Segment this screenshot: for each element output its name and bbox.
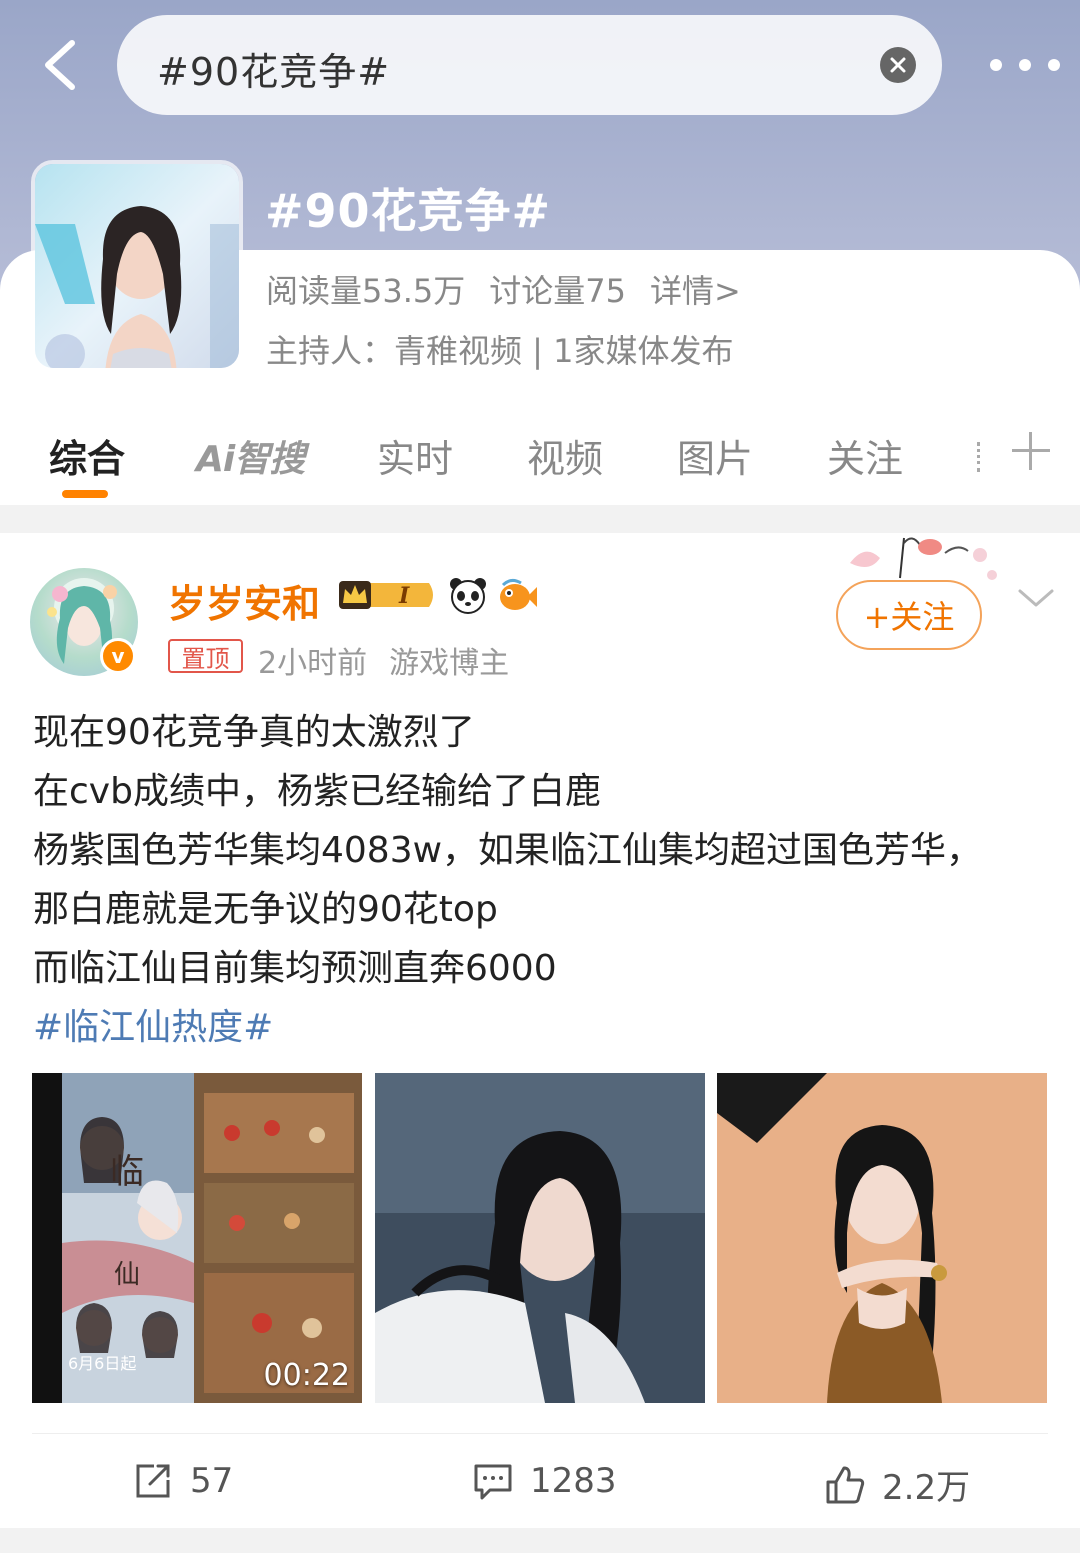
level-badge-text: I [398,583,410,609]
add-tab-icon[interactable] [1012,432,1050,470]
discussion-count: 讨论量75 [489,272,626,310]
image-thumbnail[interactable] [717,1073,1047,1403]
topic-cover-image[interactable] [31,160,243,372]
topic-title: #90花竞争# [265,184,552,238]
image-thumbnail[interactable] [375,1073,705,1403]
media-grid: 临 仙 6月6日起 00:22 [32,1073,1048,1403]
topic-host[interactable]: 主持人：青稚视频 | 1家媒体发布 [266,326,734,372]
back-arrow-icon [45,40,75,90]
like-count: 2.2万 [882,1468,971,1508]
author-role: 游戏博主 [389,646,510,681]
video-duration: 00:22 [263,1358,350,1393]
tab-ai-search[interactable]: Ai智搜 [196,430,305,482]
post-meta: 2小时前 游戏博主 [258,638,509,682]
video-date-label: 6月6日起 [68,1354,136,1373]
active-tab-indicator [62,490,108,498]
fish-icon [500,578,537,610]
video-thumbnail[interactable]: 临 仙 6月6日起 00:22 [32,1073,362,1403]
clear-search-button[interactable] [880,47,916,83]
tab-bar: 综合 Ai智搜 实时 视频 图片 关注 [0,420,1080,505]
thumbs-up-icon [826,1466,865,1503]
username[interactable]: 岁岁安和 [168,573,320,628]
post-line: 而临江仙目前集均预测直奔6000 [33,948,557,989]
close-icon [890,57,906,73]
post-time: 2小时前 [258,646,368,681]
tab-images[interactable]: 图片 [677,428,753,483]
tab-comprehensive[interactable]: 综合 [49,428,125,483]
svg-text:仙: 仙 [114,1260,140,1290]
post-line: 现在90花竞争真的太激烈了 [33,712,475,753]
hashtag-link[interactable]: #临江仙热度# [33,998,1053,1057]
verified-badge-icon: v [100,638,136,674]
follow-button[interactable]: +关注 [836,580,982,650]
dot-icon [1048,59,1060,71]
share-icon [136,1464,170,1498]
post-line: 杨紫国色芳华集均4083w，如果临江仙集均超过国色芳华， [33,830,983,871]
tab-video[interactable]: 视频 [527,428,603,483]
read-count: 阅读量53.5万 [266,272,466,310]
more-options-button[interactable] [990,50,1060,80]
post-line: 那白鹿就是无争议的90花top [33,889,498,930]
tab-following[interactable]: 关注 [827,428,903,483]
back-button[interactable] [30,30,90,100]
details-link[interactable]: 详情> [650,266,741,312]
comment-icon [474,1464,512,1500]
repost-count: 57 [190,1461,234,1501]
topic-stats: 阅读量53.5万 讨论量75 详情> [266,266,741,312]
dot-icon [1019,59,1031,71]
tab-realtime[interactable]: 实时 [377,428,453,483]
post-actions: 57 1283 2.2万 [32,1433,1048,1529]
repost-button[interactable]: 57 [132,1460,233,1502]
post-line: 在cvb成绩中，杨紫已经输给了白鹿 [33,771,601,812]
search-input[interactable]: #90花竞争# [117,15,942,115]
comment-button[interactable]: 1283 [472,1460,617,1502]
pinned-tag: 置顶 [168,639,243,673]
post-body: 现在90花竞争真的太激烈了 在cvb成绩中，杨紫已经输给了白鹿 杨紫国色芳华集均… [33,703,1053,1057]
post-card[interactable]: v 岁岁安和 I 置顶 2小时前 游戏博主 +关注 现在90花竞争真的太激烈了 [0,533,1080,1528]
search-query: #90花竞争# [157,50,391,94]
svg-text:临: 临 [110,1152,144,1192]
like-button[interactable]: 2.2万 [824,1460,970,1509]
chevron-down-icon[interactable] [1016,583,1056,613]
dot-icon [990,59,1002,71]
panda-icon [450,578,486,614]
tab-divider [977,442,981,472]
comment-count: 1283 [530,1461,617,1501]
member-crown-icon[interactable]: I [337,577,437,613]
